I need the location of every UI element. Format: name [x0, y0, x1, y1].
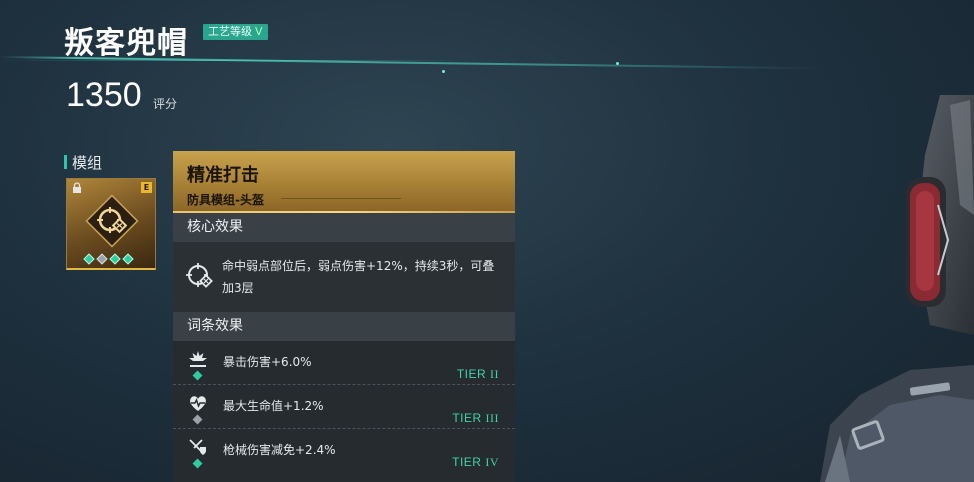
core-effect-body: 命中弱点部位后，弱点伤害+12%，持续3秒，可叠加3层: [173, 242, 515, 312]
module-detail-panel: 精准打击 防具模组-头盔 核心效果 命中弱点部位后，弱点伤害+12%，持续3秒，…: [173, 151, 515, 482]
affix-effect-header: 词条效果: [173, 312, 515, 341]
affix-row: 最大生命值+1.2% TIER III: [173, 385, 515, 429]
module-card[interactable]: E: [66, 178, 156, 270]
module-rarity-gems: [83, 253, 134, 265]
core-effect-header: 核心效果: [173, 213, 515, 242]
gem-icon: [122, 253, 134, 265]
gem-icon: [83, 253, 95, 265]
module-grade-badge: E: [141, 182, 152, 193]
heart-pulse-icon: [190, 396, 206, 411]
craft-level-value: V: [255, 25, 263, 38]
affix-text: 最大生命值+1.2%: [223, 399, 324, 413]
crosshair-icon: [186, 263, 213, 288]
gun-shield-icon: [189, 439, 206, 455]
character-preview: [820, 95, 974, 482]
affix-text: 暴击伤害+6.0%: [223, 355, 312, 369]
core-effect-text: 命中弱点部位后，弱点伤害+12%，持续3秒，可叠加3层: [222, 259, 495, 295]
affix-list: 暴击伤害+6.0% TIER II 最大生命值+1.2% TIER III 枪械…: [173, 341, 515, 482]
affix-tier: TIER III: [452, 411, 499, 425]
craft-level-badge: 工艺等级 V: [203, 24, 268, 40]
modules-section-title: 模组: [72, 154, 103, 172]
score-label: 评分: [153, 97, 178, 111]
affix-row: 枪械伤害减免+2.4% TIER IV: [173, 429, 515, 473]
panel-header: 精准打击 防具模组-头盔: [173, 151, 515, 213]
item-score: 1350: [66, 76, 142, 114]
craft-level-label: 工艺等级: [208, 25, 252, 38]
affix-row: 暴击伤害+6.0% TIER II: [173, 341, 515, 385]
item-name: 叛客兜帽: [64, 26, 188, 61]
gem-icon: [192, 414, 203, 425]
gem-icon: [192, 458, 203, 469]
affix-tier: TIER IV: [452, 455, 499, 469]
crosshair-emblem-icon: [85, 194, 139, 248]
affix-tier: TIER II: [456, 367, 499, 381]
sparkle-dot: [442, 70, 445, 73]
gem-icon: [96, 253, 108, 265]
divider: [281, 198, 401, 199]
affix-text: 枪械伤害减免+2.4%: [223, 443, 336, 457]
gem-icon: [192, 370, 203, 381]
module-type: 防具模组-头盔: [187, 193, 264, 207]
gem-icon: [109, 253, 121, 265]
sparkle-dot: [616, 62, 619, 65]
module-name: 精准打击: [187, 165, 259, 186]
section-marker: [64, 155, 67, 169]
explosion-icon: [189, 351, 207, 367]
